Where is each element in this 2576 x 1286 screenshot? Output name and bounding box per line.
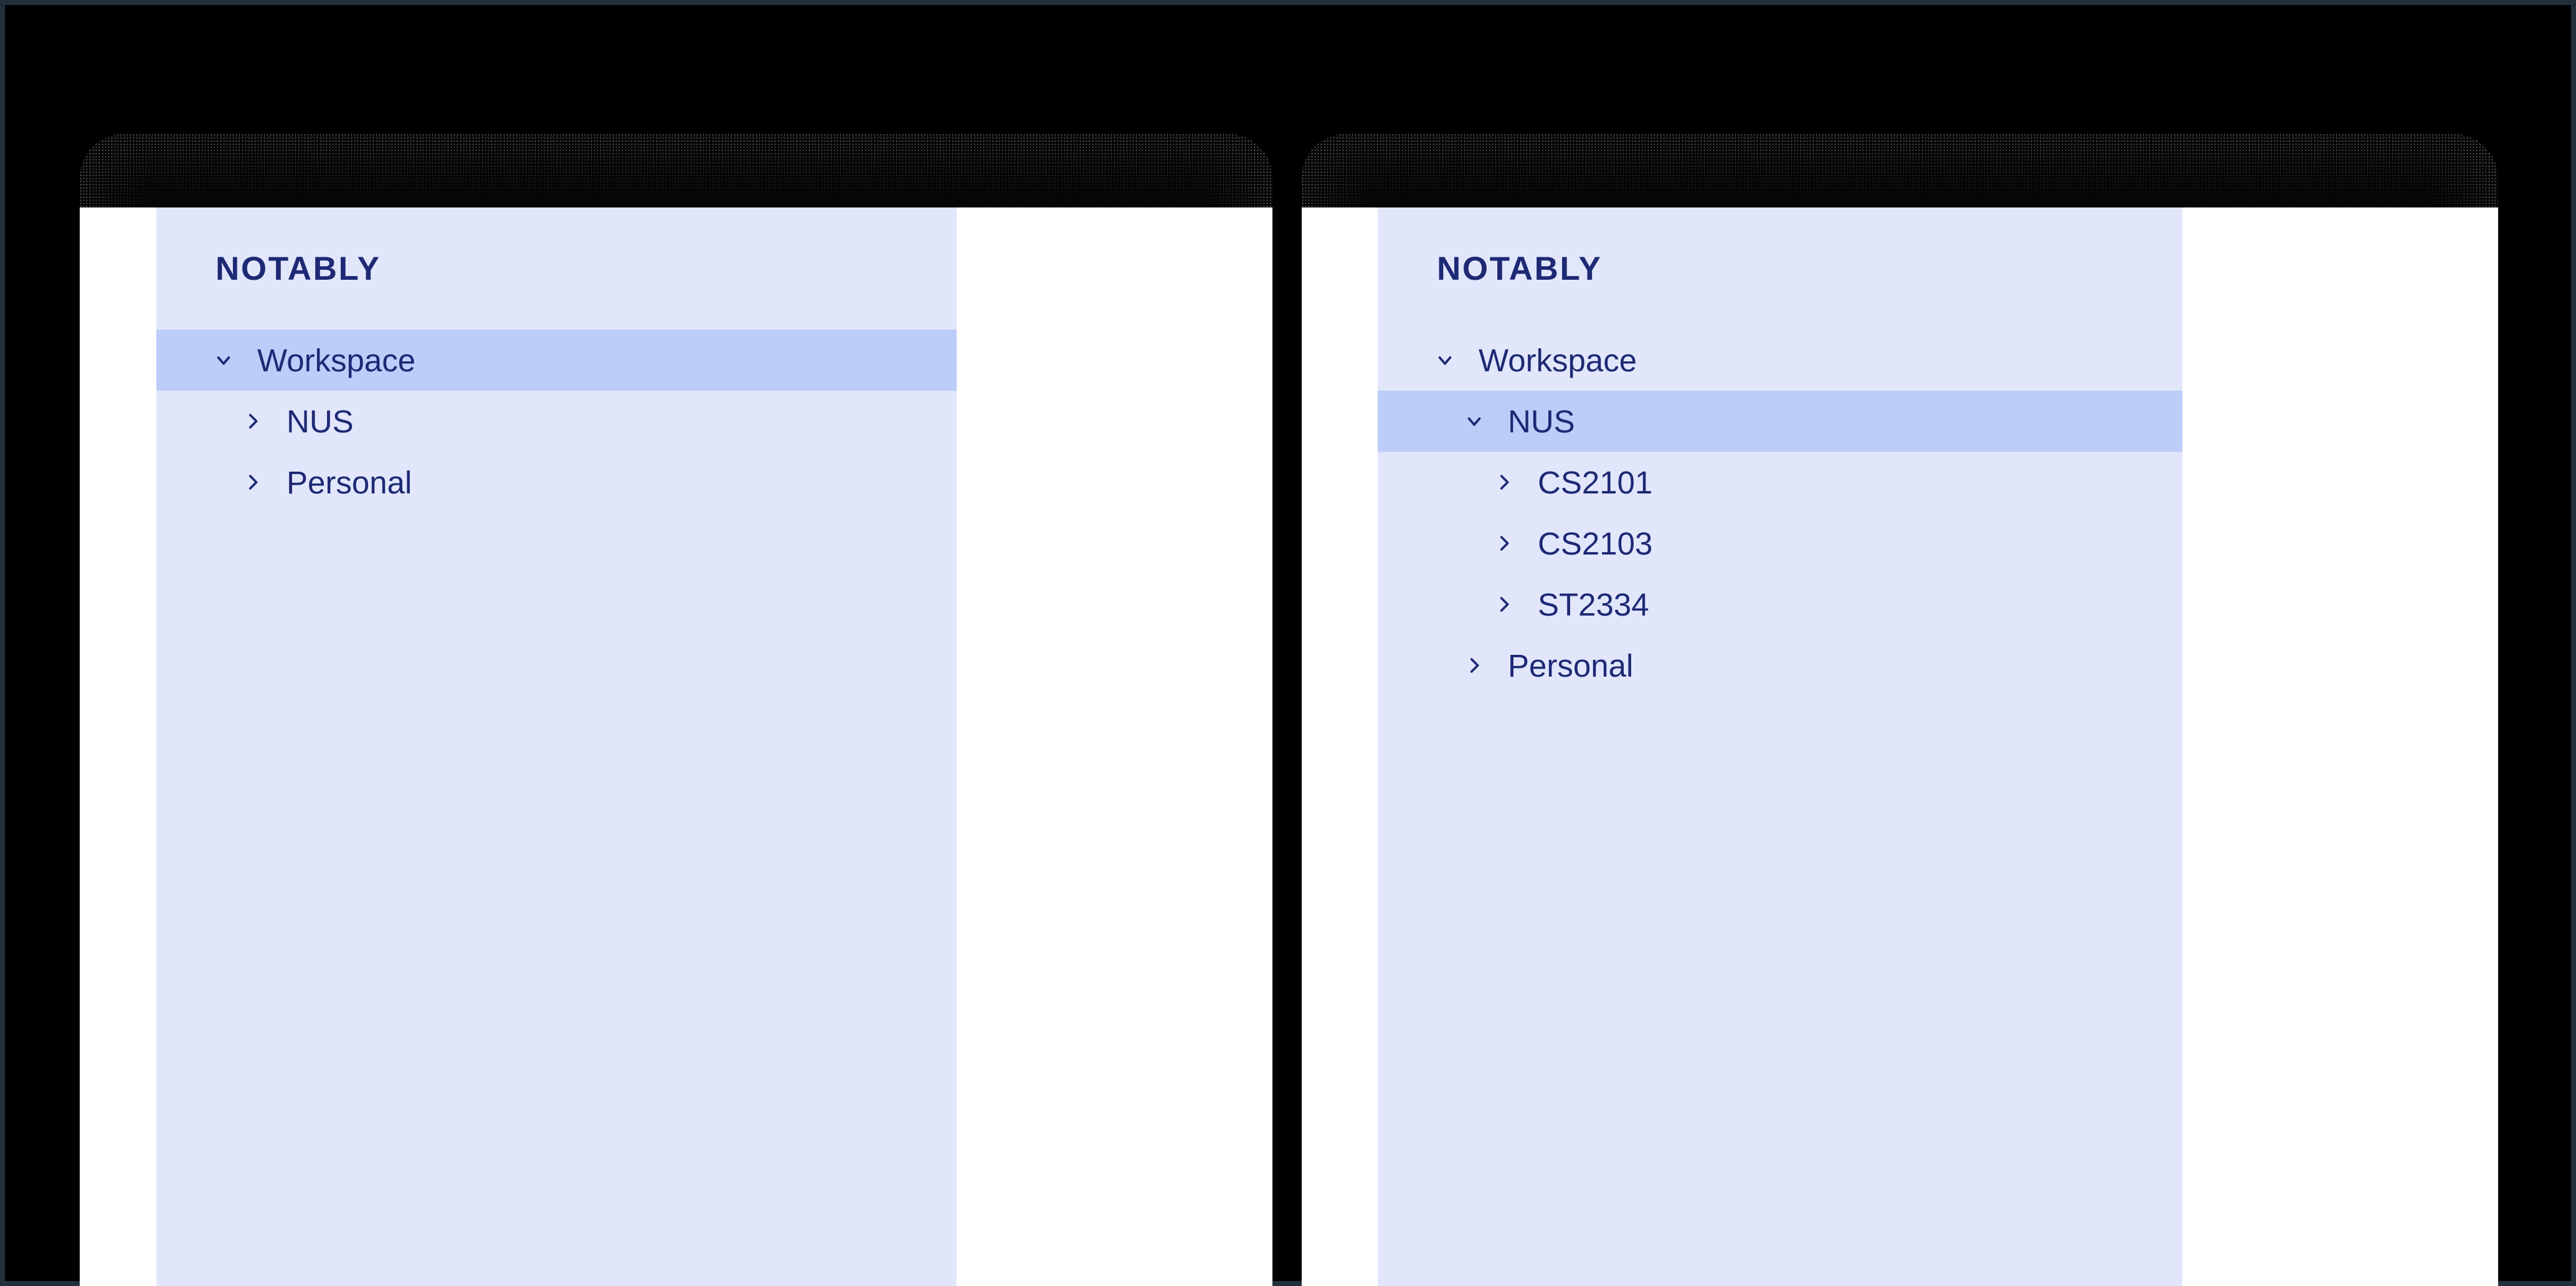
screenshot-root: { "app": { "brand": "NOTABLY" }, "panels…	[0, 0, 2576, 1286]
app-brand-right: NOTABLY	[1378, 207, 2182, 330]
tree-item-workspace[interactable]: Workspace	[1378, 330, 2182, 391]
chevron-down-icon[interactable]	[1428, 350, 1462, 371]
tree-item-personal[interactable]: Personal	[156, 452, 957, 513]
tree-item-personal[interactable]: Personal	[1378, 635, 2182, 696]
chevron-right-icon[interactable]	[1457, 655, 1492, 676]
brand-wordmark: NOTABLY	[1437, 250, 1603, 287]
tree-item-nus[interactable]: NUS	[1378, 391, 2182, 452]
tree-item-label: Workspace	[257, 342, 416, 378]
device-frame-right: NOTABLY Workspace NUS CS2101 CS2103 ST23…	[1302, 134, 2498, 1286]
app-screen-right: NOTABLY Workspace NUS CS2101 CS2103 ST23…	[1302, 207, 2498, 1286]
tree-item-label: ST2334	[1538, 586, 1649, 622]
sidebar-right: NOTABLY Workspace NUS CS2101 CS2103 ST23…	[1378, 207, 2182, 1286]
tree-item-cs2103[interactable]: CS2103	[1378, 513, 2182, 574]
tree-item-label: Personal	[1508, 647, 1634, 683]
chevron-right-icon[interactable]	[1487, 472, 1522, 493]
device-frame-left: NOTABLY Workspace NUS Personal	[80, 134, 1272, 1286]
tree-item-cs2101[interactable]: CS2101	[1378, 452, 2182, 513]
app-screen-left: NOTABLY Workspace NUS Personal	[80, 207, 1272, 1286]
brand-wordmark: NOTABLY	[215, 250, 381, 287]
workspace-tree-right: Workspace NUS CS2101 CS2103 ST2334 Perso…	[1378, 330, 2182, 1286]
workspace-tree-left: Workspace NUS Personal	[156, 330, 957, 1286]
tree-item-label: CS2101	[1538, 464, 1653, 500]
chevron-down-icon[interactable]	[206, 350, 241, 371]
tree-item-label: NUS	[1508, 403, 1575, 439]
sidebar-left: NOTABLY Workspace NUS Personal	[156, 207, 957, 1286]
tree-item-label: Personal	[286, 464, 412, 500]
chevron-right-icon[interactable]	[1487, 594, 1522, 615]
tree-item-nus[interactable]: NUS	[156, 391, 957, 452]
content-area-right: O	[2182, 207, 2498, 1286]
app-brand-left: NOTABLY	[156, 207, 957, 330]
tree-item-label: CS2103	[1538, 525, 1653, 561]
tree-item-st2334[interactable]: ST2334	[1378, 574, 2182, 635]
chevron-right-icon[interactable]	[235, 472, 270, 493]
chevron-down-icon[interactable]	[1457, 411, 1492, 432]
content-area-left: O	[957, 207, 1272, 1286]
chevron-right-icon[interactable]	[1487, 533, 1522, 554]
tree-item-workspace[interactable]: Workspace	[156, 330, 957, 391]
tree-item-label: NUS	[286, 403, 354, 439]
chevron-right-icon[interactable]	[235, 411, 270, 432]
tree-item-label: Workspace	[1479, 342, 1637, 378]
